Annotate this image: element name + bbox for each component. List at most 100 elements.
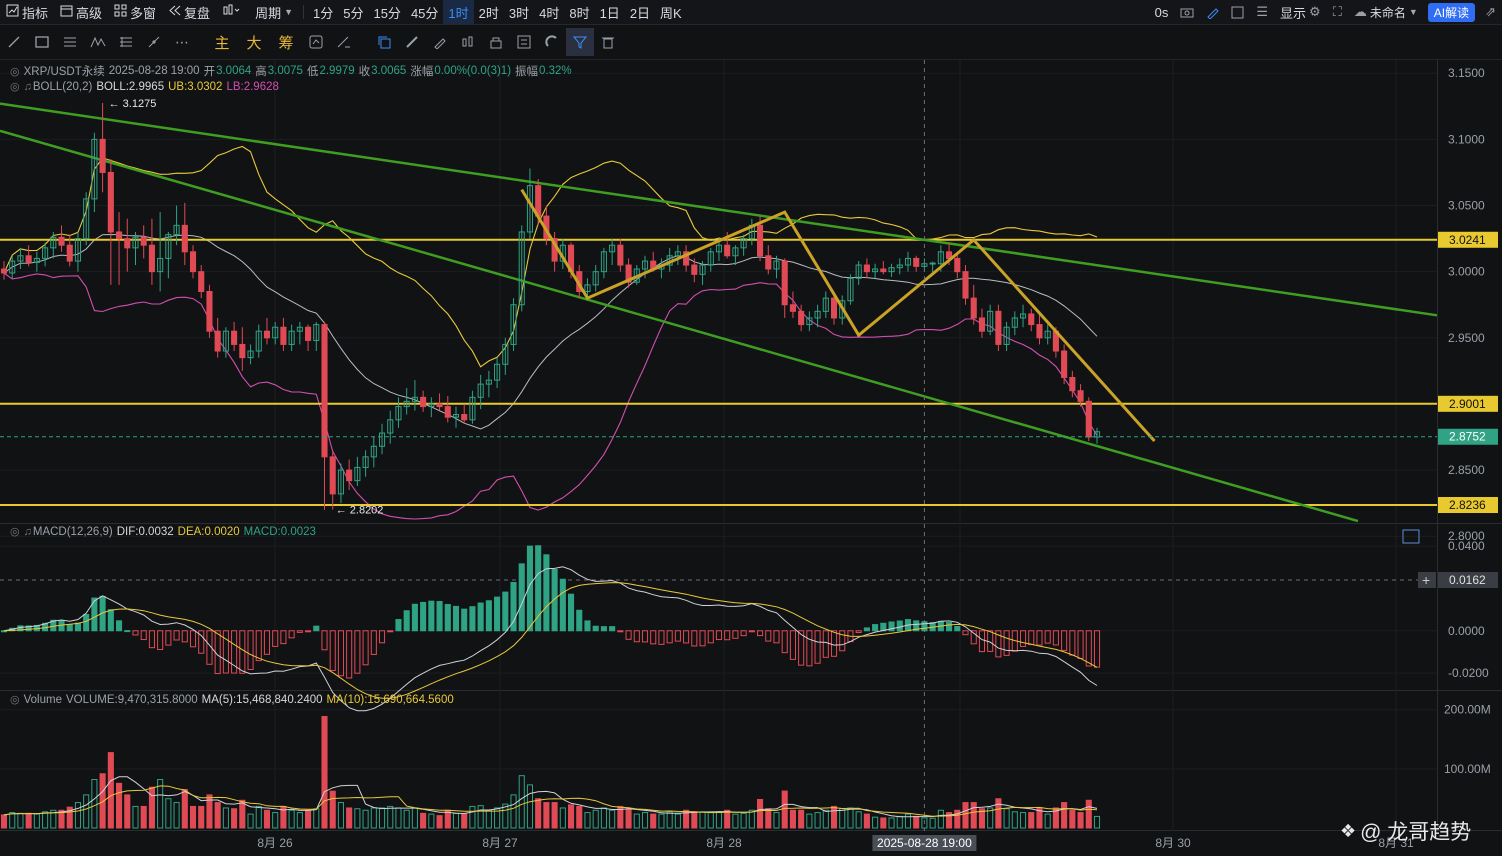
- volume-bar: [239, 799, 246, 829]
- change-label: 涨幅: [410, 66, 434, 78]
- volume-bar: [214, 802, 221, 829]
- candle-body: [346, 469, 353, 482]
- macd-axis-label: 0.0000: [1448, 624, 1485, 638]
- volume-bar: [148, 786, 155, 829]
- candle-body: [962, 271, 969, 299]
- dif-value: DIF:0.0032: [116, 525, 174, 538]
- high-value: 3.0075: [267, 65, 303, 77]
- eye-icon[interactable]: ◎: [10, 65, 20, 78]
- high-extreme-label: ← 3.1275: [109, 98, 157, 110]
- macd-histogram-bar: [617, 630, 624, 633]
- time-axis-label: 8月 30: [1155, 836, 1191, 850]
- candle-body: [970, 297, 977, 319]
- macd-histogram-bar: [600, 626, 607, 632]
- candle-body: [58, 236, 65, 246]
- volume-axis-label: 200.00M: [1444, 703, 1491, 717]
- candle-body: [0, 268, 8, 274]
- level-tag: 2.8236: [1449, 498, 1486, 512]
- change-value: 0.00%(0.0(3)1): [434, 65, 512, 77]
- candle-body: [798, 310, 805, 326]
- volume-bar: [1069, 809, 1076, 829]
- diamond-logo-icon: ❖: [1340, 820, 1357, 841]
- bell-icon[interactable]: ♫: [24, 81, 32, 93]
- low-extreme-label: ← 2.8202: [336, 505, 384, 517]
- candle-body: [198, 271, 205, 292]
- volume-bar: [962, 802, 969, 829]
- volume-bar: [1028, 812, 1035, 829]
- macd-histogram-bar: [436, 601, 443, 632]
- volume-bar: [691, 811, 698, 829]
- volume-bar: [567, 804, 575, 829]
- candle-body: [124, 238, 131, 249]
- candle-body: [148, 244, 155, 273]
- macd-histogram-bar: [411, 603, 418, 632]
- macd-axis-label: 0.0400: [1448, 539, 1485, 553]
- macd-histogram-bar: [420, 601, 427, 632]
- price-axis-label: 3.1500: [1448, 66, 1485, 80]
- volume-bar: [189, 805, 197, 829]
- volume-bar: [724, 809, 731, 829]
- candle-body: [305, 326, 312, 341]
- macd-axis-label: -0.0200: [1448, 666, 1489, 680]
- close-value: 3.0065: [371, 65, 407, 77]
- macd-legend: ◎ ♫ MACD(12,26,9) DIF:0.0032 DEA:0.0020 …: [10, 525, 316, 539]
- bell-icon[interactable]: ♫: [24, 526, 32, 538]
- volume-bar: [913, 815, 920, 829]
- volume-bar: [1085, 799, 1092, 829]
- candle-body: [1069, 376, 1076, 392]
- macd-histogram-bar: [946, 622, 953, 632]
- volume-bar: [346, 807, 353, 829]
- level-tag: 2.9001: [1449, 397, 1486, 411]
- volume-bar: [305, 809, 312, 829]
- eye-icon[interactable]: ◎: [10, 525, 20, 538]
- macd-histogram-bar: [444, 604, 451, 632]
- candle-body: [863, 264, 870, 273]
- volume-bar: [116, 782, 123, 829]
- candle-body: [116, 231, 123, 240]
- candle-body: [765, 255, 772, 270]
- candle-body: [724, 244, 731, 257]
- low-value: 2.9979: [319, 65, 355, 77]
- candle-body: [25, 255, 32, 263]
- candle-body: [1028, 313, 1035, 326]
- macd-histogram-bar: [461, 608, 468, 632]
- macd-histogram-bar: [387, 630, 394, 633]
- volume-label: Volume: [23, 693, 62, 706]
- low-label: 低: [306, 66, 319, 78]
- volume-bar: [970, 802, 977, 829]
- eye-icon[interactable]: ◎: [10, 80, 20, 93]
- candle-body: [189, 251, 197, 273]
- macd-histogram-bar: [567, 593, 575, 632]
- candle-body: [617, 244, 624, 266]
- macd-histogram-bar: [116, 620, 123, 632]
- watermark-text: @ 龙哥趋势: [1360, 821, 1472, 844]
- volume-bar: [551, 802, 558, 829]
- price-axis-label: 3.1000: [1448, 132, 1485, 146]
- price-axis-label: 2.9500: [1448, 331, 1485, 345]
- candle-body: [913, 257, 920, 267]
- open-value: 3.0064: [216, 65, 252, 77]
- eye-icon[interactable]: ◎: [10, 693, 20, 706]
- volume-bar: [543, 802, 550, 829]
- price-legend: ◎ XRP/USDT永续 2025-08-28 19:00 开 3.0064 高3…: [10, 63, 572, 79]
- candle-body: [789, 304, 796, 312]
- volume-bar: [329, 790, 336, 829]
- chart-canvas[interactable]: 3.15003.10003.05003.00002.95002.90002.85…: [0, 0, 1502, 856]
- volume-bar: [0, 814, 8, 829]
- candle-body: [239, 343, 246, 359]
- macd-value: MACD:0.0023: [243, 525, 316, 538]
- amp-value: 0.32%: [539, 65, 572, 77]
- volume-bar: [436, 815, 443, 829]
- volume-bar: [650, 813, 657, 829]
- volume-bar: [1077, 812, 1084, 829]
- time-axis-label: 8月 28: [706, 836, 742, 850]
- macd-histogram-bar: [609, 626, 616, 632]
- volume-bar: [781, 790, 788, 829]
- macd-histogram-bar: [559, 578, 566, 632]
- volume-value: VOLUME:9,470,315.8000: [65, 693, 198, 706]
- watermark: ❖ @ 龙哥趋势: [1340, 816, 1471, 846]
- macd-histogram-bar: [872, 624, 879, 632]
- volume-bar: [107, 752, 114, 829]
- volume-bar: [757, 798, 764, 829]
- volume-bar: [25, 812, 32, 829]
